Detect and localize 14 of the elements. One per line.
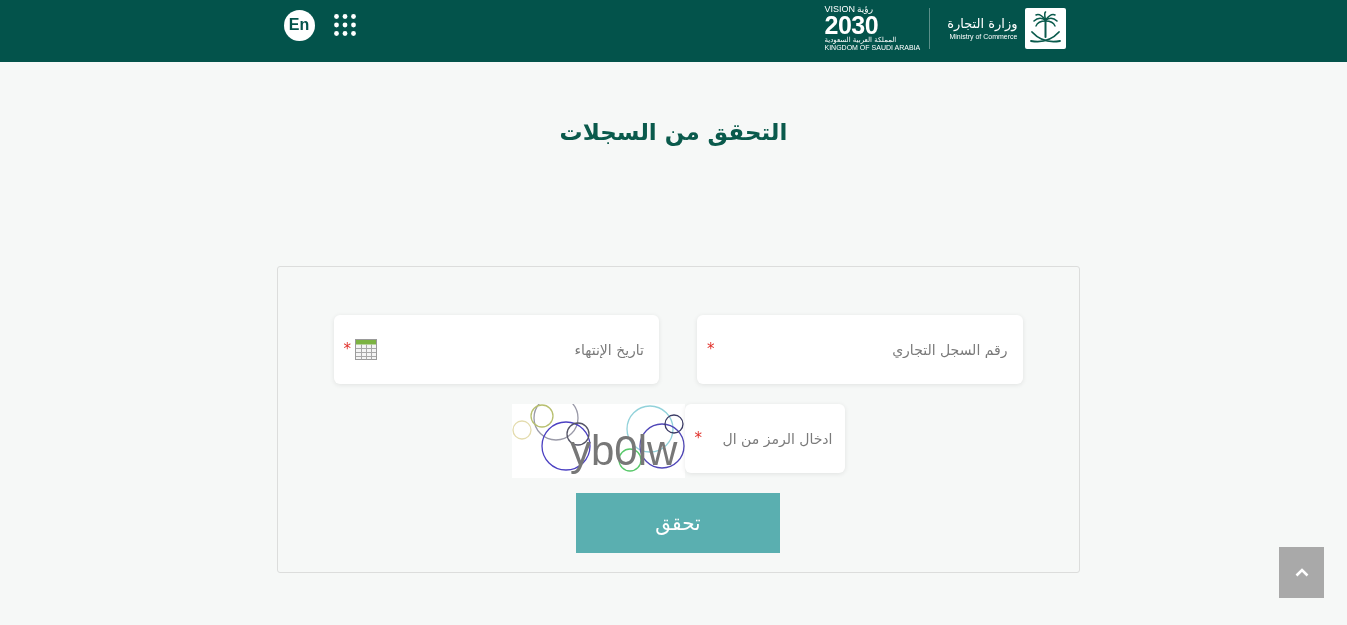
page-title: التحقق من السجلات (558, 118, 789, 147)
apps-grid-icon[interactable] (333, 14, 356, 36)
vision-word-arabic: رؤية (857, 4, 874, 14)
palm-and-swords-icon (1024, 7, 1066, 49)
scroll-top-button[interactable] (1279, 547, 1324, 598)
chevron-up-icon (1294, 568, 1309, 577)
vision-year: 2030 (824, 14, 879, 36)
required-asterisk: * (694, 431, 702, 446)
vision-word: VISION (824, 4, 855, 14)
calendar-icon[interactable] (355, 339, 377, 360)
ministry-name-arabic: وزارة التجارة (947, 15, 1018, 32)
language-button[interactable]: En (283, 9, 315, 41)
required-asterisk: * (707, 342, 715, 357)
required-asterisk: * (343, 342, 351, 357)
